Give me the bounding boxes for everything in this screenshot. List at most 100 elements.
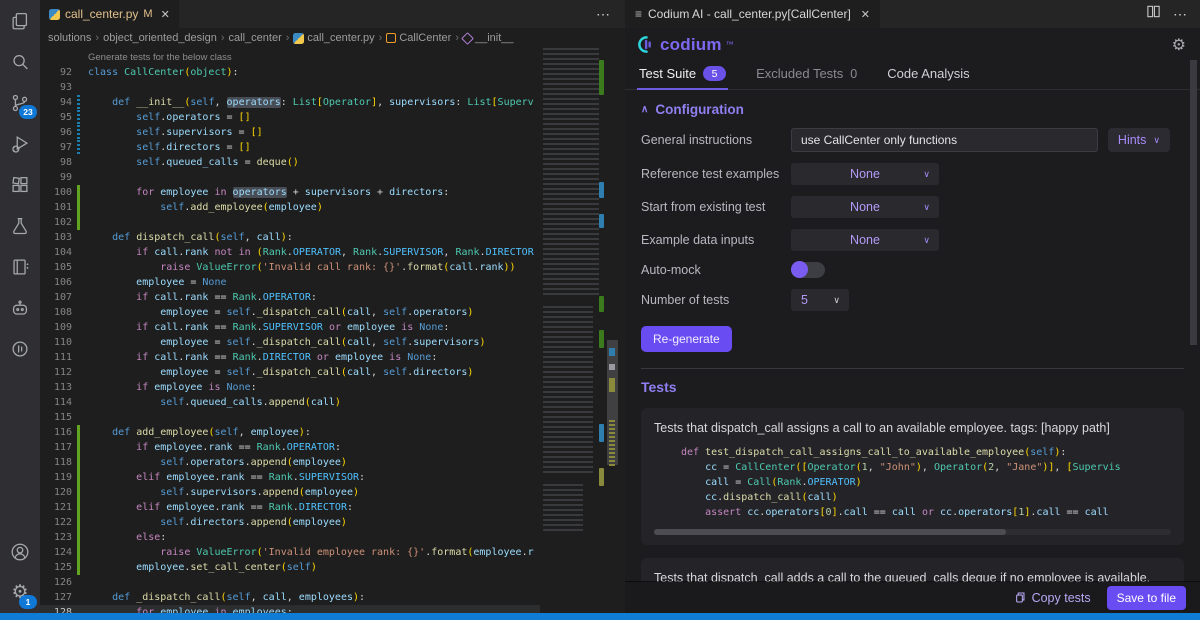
start-from-existing-test-select[interactable]: None∨ xyxy=(791,196,939,218)
code-line[interactable]: 114 self.queued_calls.append(call) xyxy=(40,395,540,410)
extensions-icon[interactable] xyxy=(0,164,40,205)
account-icon[interactable] xyxy=(0,531,40,572)
minimap[interactable] xyxy=(540,48,607,540)
panel-scrollbar-thumb[interactable] xyxy=(1190,60,1197,345)
code-line[interactable]: 115 xyxy=(40,410,540,425)
notebook-icon[interactable] xyxy=(0,246,40,287)
tab-label: Excluded Tests xyxy=(756,66,843,81)
code-text: employee.set_call_center(self) xyxy=(80,560,317,575)
tab-call-center-py[interactable]: call_center.py M ✕ xyxy=(40,0,179,28)
horizontal-scrollbar[interactable] xyxy=(654,529,1171,535)
example-data-inputs-select[interactable]: None∨ xyxy=(791,229,939,251)
code-line[interactable]: 107 if call.rank == Rank.OPERATOR: xyxy=(40,290,540,305)
code-line[interactable]: 94 def __init__(self, operators: List[Op… xyxy=(40,95,540,110)
test-code-block[interactable]: def test_dispatch_call_assigns_call_to_a… xyxy=(654,445,1171,520)
code-line[interactable]: 99 xyxy=(40,170,540,185)
code-line[interactable]: 126 xyxy=(40,575,540,590)
breadcrumb-separator: › xyxy=(379,32,383,44)
code-line[interactable]: 119 elif employee.rank == Rank.SUPERVISO… xyxy=(40,470,540,485)
code-line[interactable]: 122 self.directors.append(employee) xyxy=(40,515,540,530)
breadcrumb-item[interactable]: call_center.py xyxy=(307,32,374,44)
breadcrumb-item[interactable]: solutions xyxy=(48,32,91,44)
chat-icon[interactable] xyxy=(0,287,40,328)
code-line[interactable]: 111 if call.rank == Rank.DIRECTOR or emp… xyxy=(40,350,540,365)
auto-mock-toggle[interactable] xyxy=(791,262,825,278)
breadcrumb-item[interactable]: call_center xyxy=(229,32,282,44)
close-icon[interactable]: ✕ xyxy=(161,8,170,21)
codelens-generate-tests[interactable]: Generate tests for the below class xyxy=(40,48,625,65)
code-line[interactable]: 98 self.queued_calls = deque() xyxy=(40,155,540,170)
general-instructions-input[interactable]: use CallCenter only functions xyxy=(791,128,1098,152)
close-icon[interactable]: ✕ xyxy=(861,8,870,21)
breadcrumb[interactable]: solutions › object_oriented_design › call_ce… xyxy=(40,28,625,48)
tab-test-suite[interactable]: Test Suite5 xyxy=(639,66,726,89)
code-line[interactable]: 128 for employee in employees: xyxy=(40,605,540,613)
code-line[interactable]: 100 for employee in operators + supervis… xyxy=(40,185,540,200)
code-line[interactable]: 97 self.directors = [] xyxy=(40,140,540,155)
save-to-file-button[interactable]: Save to file xyxy=(1107,586,1186,610)
editor-scrollbar[interactable] xyxy=(607,48,618,593)
code-line[interactable]: 108 employee = self._dispatch_call(call,… xyxy=(40,305,540,320)
codium-icon[interactable] xyxy=(0,328,40,369)
configuration-header[interactable]: ∧ Configuration xyxy=(641,102,1170,117)
code-line[interactable]: 110 employee = self._dispatch_call(call,… xyxy=(40,335,540,350)
tab-code-analysis[interactable]: Code Analysis xyxy=(887,66,969,89)
source-control-icon[interactable]: 23 xyxy=(0,82,40,123)
code-line[interactable]: 123 else: xyxy=(40,530,540,545)
copy-tests-button[interactable]: Copy tests xyxy=(1013,591,1091,605)
code-editor[interactable]: Generate tests for the below class 92cla… xyxy=(40,48,625,613)
code-line[interactable]: 106 employee = None xyxy=(40,275,540,290)
code-line[interactable]: 92class CallCenter(object): xyxy=(40,65,540,80)
code-line[interactable]: 117 if employee.rank == Rank.OPERATOR: xyxy=(40,440,540,455)
testing-icon[interactable] xyxy=(0,205,40,246)
code-text: self.operators = [] xyxy=(80,110,251,125)
code-line[interactable]: 118 self.operators.append(employee) xyxy=(40,455,540,470)
code-line[interactable]: 120 self.supervisors.append(employee) xyxy=(40,485,540,500)
code-line[interactable]: 113 if employee is None: xyxy=(40,380,540,395)
code-line[interactable]: 121 elif employee.rank == Rank.DIRECTOR: xyxy=(40,500,540,515)
number-of-tests-select[interactable]: 5∨ xyxy=(791,289,849,311)
code-text: self.directors.append(employee) xyxy=(80,515,347,530)
code-line[interactable]: 116 def add_employee(self, employee): xyxy=(40,425,540,440)
code-line[interactable]: 103 def dispatch_call(self, call): xyxy=(40,230,540,245)
gear-icon[interactable]: ⚙ xyxy=(1172,35,1186,55)
code-lines[interactable]: 92class CallCenter(object):9394 def __in… xyxy=(40,65,540,613)
code-line[interactable]: 125 employee.set_call_center(self) xyxy=(40,560,540,575)
breadcrumb-separator: › xyxy=(95,32,99,44)
code-line[interactable]: 124 raise ValueError('Invalid employee r… xyxy=(40,545,540,560)
code-text: self.operators.append(employee) xyxy=(80,455,347,470)
tab-codium-ai[interactable]: ≡ Codium AI - call_center.py[CallCenter]… xyxy=(625,0,880,28)
split-editor-icon[interactable] xyxy=(1146,4,1161,24)
code-line[interactable]: 101 self.add_employee(employee) xyxy=(40,200,540,215)
settings-icon[interactable]: ⚙1 xyxy=(0,572,40,613)
line-number: 127 xyxy=(40,590,72,605)
code-line[interactable]: 112 employee = self._dispatch_call(call,… xyxy=(40,365,540,380)
panel-tab-title: Codium AI - call_center.py[CallCenter] xyxy=(648,7,851,21)
breadcrumb-item[interactable]: object_oriented_design xyxy=(103,32,217,44)
code-line[interactable]: 95 self.operators = [] xyxy=(40,110,540,125)
tab-excluded-tests[interactable]: Excluded Tests0 xyxy=(756,66,857,89)
code-line[interactable]: 104 if call.rank not in (Rank.OPERATOR, … xyxy=(40,245,540,260)
run-debug-icon[interactable] xyxy=(0,123,40,164)
status-bar xyxy=(0,613,1200,620)
explorer-icon[interactable] xyxy=(0,0,40,41)
search-icon[interactable] xyxy=(0,41,40,82)
code-line[interactable]: 96 self.supervisors = [] xyxy=(40,125,540,140)
config-row: Reference test examplesNone∨ xyxy=(641,163,1170,185)
code-line[interactable]: 127 def _dispatch_call(self, call, emplo… xyxy=(40,590,540,605)
breadcrumb-item[interactable]: __init__ xyxy=(475,32,514,44)
breadcrumb-item[interactable]: CallCenter xyxy=(399,32,451,44)
code-text: self.add_employee(employee) xyxy=(80,200,323,215)
code-line[interactable]: 109 if call.rank == Rank.SUPERVISOR or e… xyxy=(40,320,540,335)
minimap-change-mark xyxy=(599,468,604,486)
more-actions-icon[interactable]: ⋯ xyxy=(596,0,625,28)
more-actions-icon[interactable]: ⋯ xyxy=(1173,6,1188,23)
regenerate-button[interactable]: Re-generate xyxy=(641,326,732,352)
reference-test-examples-select[interactable]: None∨ xyxy=(791,163,939,185)
minimap-code-texture xyxy=(543,48,599,298)
code-line[interactable]: 102 xyxy=(40,215,540,230)
code-line[interactable]: 93 xyxy=(40,80,540,95)
code-line[interactable]: 105 raise ValueError('Invalid call rank:… xyxy=(40,260,540,275)
hints-button[interactable]: Hints∨ xyxy=(1108,128,1170,152)
scrollbar-thumb[interactable] xyxy=(654,529,1006,535)
